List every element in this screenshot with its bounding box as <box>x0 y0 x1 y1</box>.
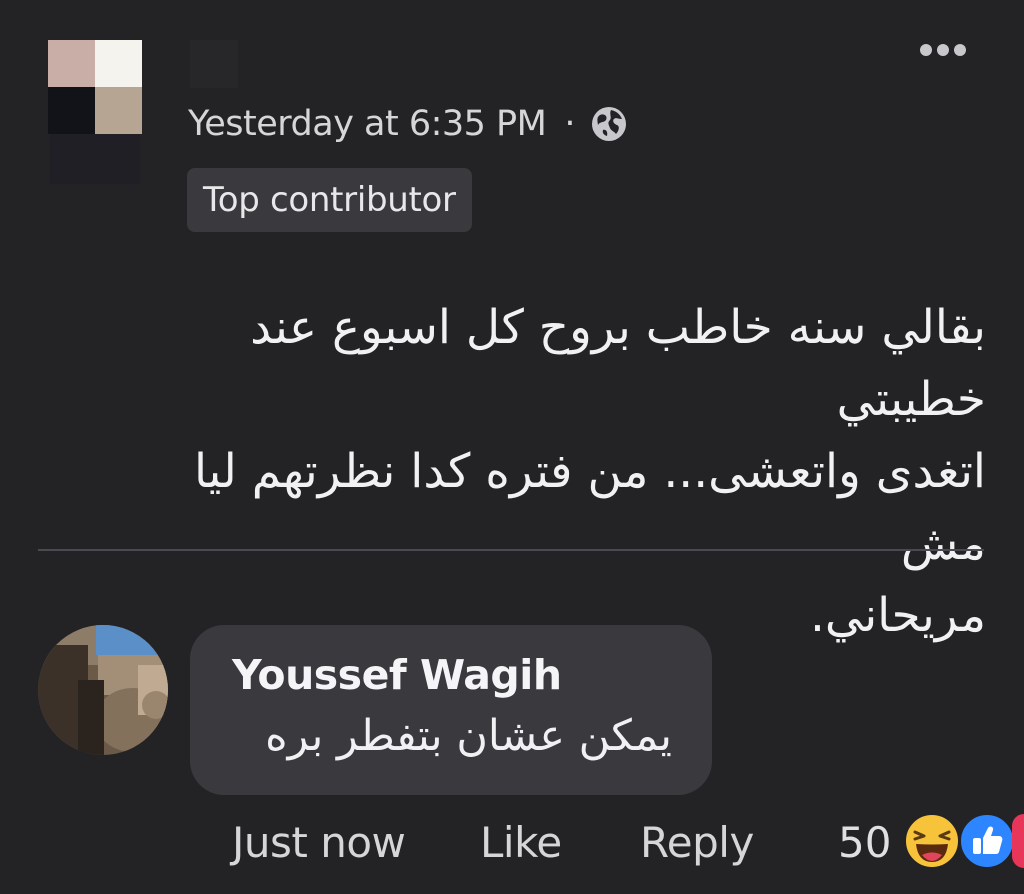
haha-reaction-icon[interactable] <box>903 812 961 870</box>
avatar-pixel-block <box>95 87 142 134</box>
avatar-pixel-block <box>48 40 95 87</box>
comment-text: يمكن عشان بتفطر بره <box>265 711 672 761</box>
post-timestamp[interactable]: Yesterday at 6:35 PM <box>188 104 547 144</box>
meta-separator: · <box>564 104 575 144</box>
blurred-area <box>190 40 238 88</box>
like-reaction-icon[interactable] <box>958 812 1016 870</box>
divider <box>38 549 984 551</box>
avatar-pixel-block <box>95 40 142 87</box>
blurred-area <box>50 134 140 184</box>
top-contributor-badge[interactable]: Top contributor <box>187 168 472 232</box>
poster-avatar[interactable] <box>48 40 142 134</box>
globe-icon[interactable] <box>589 104 629 144</box>
comment-timestamp[interactable]: Just now <box>232 818 406 867</box>
badge-label: Top contributor <box>203 180 456 220</box>
post-text-line: بقالي سنه خاطب بروح كل اسبوع عند خطيبتي <box>250 300 986 427</box>
avatar-photo <box>38 625 168 755</box>
comment-author[interactable]: Youssef Wagih <box>232 651 562 699</box>
more-options-icon[interactable] <box>920 44 966 56</box>
comment-bubble: Youssef Wagih يمكن عشان بتفطر بره <box>190 625 712 795</box>
avatar-pixel-block <box>48 87 95 134</box>
reaction-count[interactable]: 50 <box>838 818 891 867</box>
like-button[interactable]: Like <box>480 818 562 867</box>
post-text-line: اتغدى واتعشى... من فتره كدا نظرتهم ليا م… <box>193 444 986 571</box>
love-reaction-icon[interactable] <box>1012 814 1024 868</box>
commenter-avatar[interactable] <box>38 625 168 755</box>
post-text: بقالي سنه خاطب بروح كل اسبوع عند خطيبتي … <box>96 292 986 652</box>
reply-button[interactable]: Reply <box>640 818 754 867</box>
post-meta: Yesterday at 6:35 PM · <box>188 104 629 144</box>
